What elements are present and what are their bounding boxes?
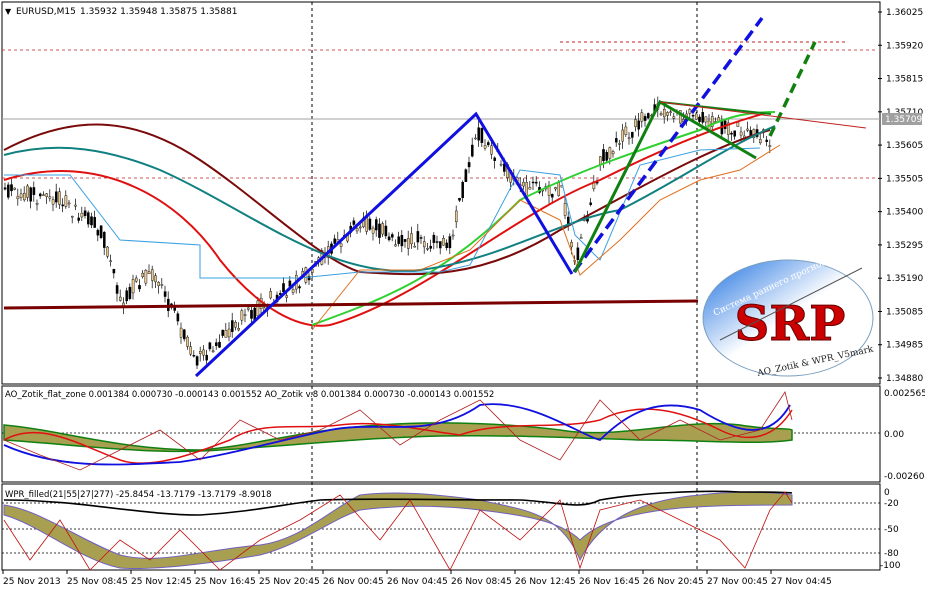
- wpr-panel-title: WPR_filled(21|55|27|277) -25.8454 -13.71…: [5, 490, 272, 500]
- ao-axis-top: 0.002565: [884, 389, 925, 399]
- price-axis: 1.360251.359201.358151.357101.356051.355…: [878, 8, 923, 384]
- price-label: 1.34985: [886, 341, 923, 351]
- time-label: 26 Nov 08:45: [451, 577, 512, 587]
- price-label: 1.35295: [886, 241, 923, 251]
- symbol-label: EURUSD,M15: [16, 7, 76, 17]
- price-label: 1.36025: [886, 8, 923, 18]
- current-price-label: 1.35709: [885, 115, 922, 125]
- wpr-axis-50: -50: [884, 525, 899, 535]
- chart-window: SRP Система раннего прогнозирования AO_Z…: [0, 0, 925, 590]
- price-label: 1.35605: [886, 141, 923, 151]
- time-label: 26 Nov 16:45: [579, 577, 640, 587]
- ohlc-values: 1.35932 1.35948 1.35875 1.35881: [80, 7, 237, 17]
- wpr-axis-80: -80: [884, 549, 899, 559]
- price-label: 1.34880: [886, 374, 923, 384]
- time-label: 26 Nov 04:45: [387, 577, 448, 587]
- chart-header: ▼ EURUSD,M15 1.35932 1.35948 1.35875 1.3…: [5, 7, 237, 17]
- time-label: 27 Nov 04:45: [771, 577, 832, 587]
- price-label: 1.35085: [886, 307, 923, 317]
- ao-axis-zero: 0.00: [884, 430, 904, 440]
- time-label: 25 Nov 12:45: [131, 577, 192, 587]
- time-label: 26 Nov 12:45: [515, 577, 576, 587]
- arrow-down-icon: ▼: [5, 7, 12, 16]
- time-label: 26 Nov 00:45: [323, 577, 384, 587]
- time-label: 26 Nov 20:45: [643, 577, 704, 587]
- time-label: 25 Nov 2013: [3, 577, 61, 587]
- price-label: 1.35815: [886, 75, 923, 85]
- time-label: 25 Nov 16:45: [195, 577, 256, 587]
- wpr-axis-100: -100: [880, 561, 901, 571]
- price-label: 1.35400: [886, 208, 923, 218]
- time-axis: 25 Nov 2013 25 Nov 08:45 25 Nov 12:45 25 No…: [2, 570, 832, 587]
- wpr-axis-0: 0: [884, 488, 890, 498]
- price-label: 1.35505: [886, 174, 923, 184]
- time-label: 27 Nov 00:45: [707, 577, 768, 587]
- time-label: 25 Nov 08:45: [67, 577, 128, 587]
- ao-axis-bottom: -0.002609: [884, 472, 925, 482]
- time-label: 25 Nov 20:45: [259, 577, 320, 587]
- price-label: 1.35190: [886, 274, 923, 284]
- price-label: 1.35920: [886, 41, 923, 51]
- ao-panel-title: AO_Zotik_flat_zone 0.001384 0.000730 -0.…: [5, 390, 494, 400]
- wpr-axis-20: -20: [884, 499, 899, 509]
